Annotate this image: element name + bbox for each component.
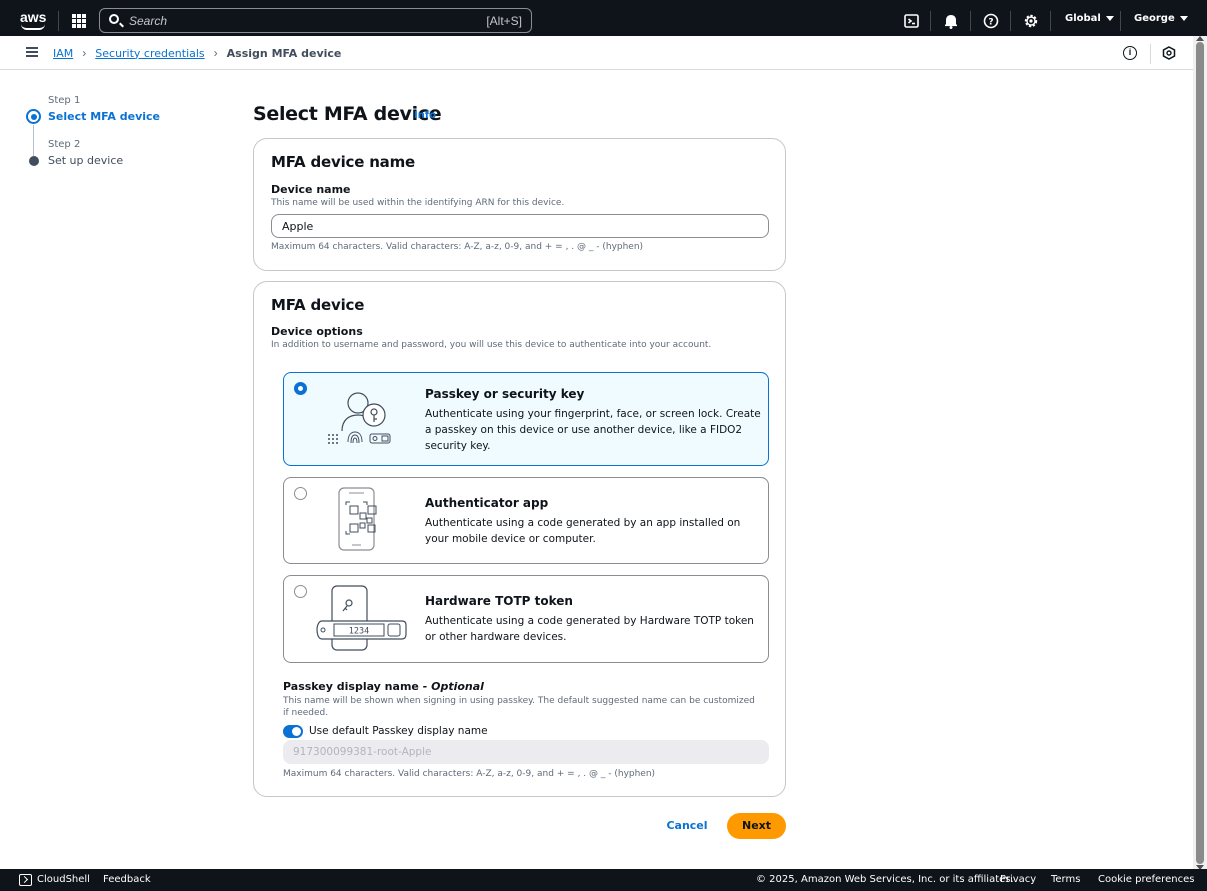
token-display-text: 1234 (349, 627, 369, 637)
settings-gear-icon[interactable] (1022, 12, 1040, 30)
cloudshell-icon[interactable] (903, 12, 921, 30)
notifications-bell-icon[interactable] (942, 12, 960, 30)
passkey-description: This name will be shown when signing in … (283, 696, 755, 718)
nav-divider (930, 11, 931, 31)
info-panel-icon[interactable]: i (1123, 46, 1137, 60)
feedback-link[interactable]: Feedback (103, 874, 151, 885)
terms-link[interactable]: Terms (1051, 874, 1080, 885)
step-inactive-icon (29, 156, 39, 166)
passkey-display-name-input: 917300099381-root-Apple (283, 740, 769, 764)
option-hardware-totp[interactable]: 1234 Hardware TOTP token Authenticate us… (283, 575, 769, 663)
search-icon (109, 14, 119, 24)
option-description: Authenticate using a code generated by a… (425, 517, 741, 545)
chevron-right-icon: › (82, 46, 87, 60)
next-button[interactable]: Next (727, 813, 786, 839)
card-heading: MFA device name (271, 153, 416, 171)
aws-logo-text: aws (20, 9, 47, 25)
cancel-button[interactable]: Cancel (662, 813, 712, 839)
copyright-text: © 2025, Amazon Web Services, Inc. or its… (756, 874, 1014, 885)
cloudshell-icon[interactable] (19, 874, 32, 886)
scroll-up-arrow-icon[interactable] (1196, 36, 1204, 41)
step-1-name[interactable]: Select MFA device (48, 110, 160, 123)
top-navigation: aws Search [Alt+S] ? Global George (0, 0, 1207, 36)
device-options-description: In addition to username and password, yo… (271, 340, 712, 350)
help-icon[interactable]: ? (982, 12, 1000, 30)
region-label: Global (1065, 13, 1101, 24)
search-input[interactable]: Search [Alt+S] (99, 8, 532, 33)
nav-divider (58, 11, 59, 31)
device-options-label: Device options (271, 325, 363, 338)
nav-divider (1050, 11, 1051, 31)
toggle-label: Use default Passkey display name (309, 725, 488, 737)
card-heading: MFA device (271, 296, 365, 314)
scroll-thumb[interactable] (1196, 42, 1204, 864)
option-title: Authenticator app (425, 496, 549, 510)
menu-hamburger-icon[interactable] (26, 47, 38, 57)
feedback-hexagon-icon[interactable] (1162, 46, 1176, 60)
mfa-device-card: MFA device Device options In addition to… (253, 281, 786, 797)
device-name-card: MFA device name Device name This name wi… (253, 138, 786, 271)
region-selector[interactable]: Global (1065, 13, 1114, 24)
svg-text:?: ? (988, 18, 993, 28)
default-passkey-toggle[interactable] (283, 725, 303, 738)
device-name-constraint: Maximum 64 characters. Valid characters:… (271, 242, 644, 252)
radio-passkey[interactable] (294, 382, 307, 395)
device-name-input[interactable]: Apple (271, 214, 769, 238)
divider (1150, 44, 1151, 64)
passkey-label-text: Passkey display name (283, 680, 419, 693)
phone-qr-icon (338, 487, 377, 551)
passkey-icon (328, 392, 391, 444)
breadcrumb-bar: IAM › Security credentials › Assign MFA … (0, 36, 1193, 70)
step-2-name: Set up device (48, 154, 124, 167)
footer: CloudShell Feedback © 2025, Amazon Web S… (0, 869, 1207, 891)
account-menu[interactable]: George (1134, 13, 1188, 24)
privacy-link[interactable]: Privacy (1000, 874, 1036, 885)
info-link[interactable]: Info (414, 110, 436, 121)
chevron-down-icon (1105, 15, 1114, 21)
totp-token-icon: 1234 (316, 585, 407, 651)
chevron-right-icon: › (213, 46, 218, 60)
option-authenticator-app[interactable]: Authenticator app Authenticate using a c… (283, 477, 769, 564)
nav-divider (1120, 11, 1121, 31)
passkey-constraint: Maximum 64 characters. Valid characters:… (283, 769, 656, 779)
option-title: Hardware TOTP token (425, 594, 573, 608)
option-description: Authenticate using your fingerprint, fac… (425, 408, 761, 452)
breadcrumb-iam[interactable]: IAM (53, 47, 73, 60)
step-connector (33, 125, 34, 156)
radio-hardware-totp[interactable] (294, 585, 307, 598)
aws-logo[interactable]: aws (18, 8, 48, 32)
breadcrumb-security-credentials[interactable]: Security credentials (95, 47, 204, 60)
search-placeholder: Search (129, 14, 168, 28)
option-title: Passkey or security key (425, 387, 585, 401)
nav-divider (970, 11, 971, 31)
chevron-down-icon (1179, 15, 1188, 21)
nav-divider (1010, 11, 1011, 31)
step-1-label: Step 1 (48, 95, 81, 106)
optional-tag: - Optional (422, 680, 484, 693)
radio-authenticator-app[interactable] (294, 487, 307, 500)
breadcrumb-current: Assign MFA device (226, 46, 342, 60)
device-name-label: Device name (271, 183, 351, 196)
user-name: George (1134, 13, 1175, 24)
page-scrollbar[interactable] (1193, 36, 1207, 870)
option-description: Authenticate using a code generated by H… (425, 615, 754, 643)
aws-smile-icon (21, 24, 45, 30)
option-passkey[interactable]: Passkey or security key Authenticate usi… (283, 372, 769, 466)
device-name-description: This name will be used within the identi… (271, 198, 565, 208)
passkey-display-name-label: Passkey display name - Optional (283, 680, 484, 693)
search-shortcut: [Alt+S] (486, 14, 522, 28)
step-active-icon (26, 109, 41, 124)
step-2-label: Step 2 (48, 139, 81, 150)
breadcrumb: IAM › Security credentials › Assign MFA … (53, 46, 341, 60)
cookie-preferences-link[interactable]: Cookie preferences (1098, 874, 1194, 885)
services-grid-icon[interactable] (72, 14, 86, 28)
cloudshell-link[interactable]: CloudShell (37, 874, 90, 885)
